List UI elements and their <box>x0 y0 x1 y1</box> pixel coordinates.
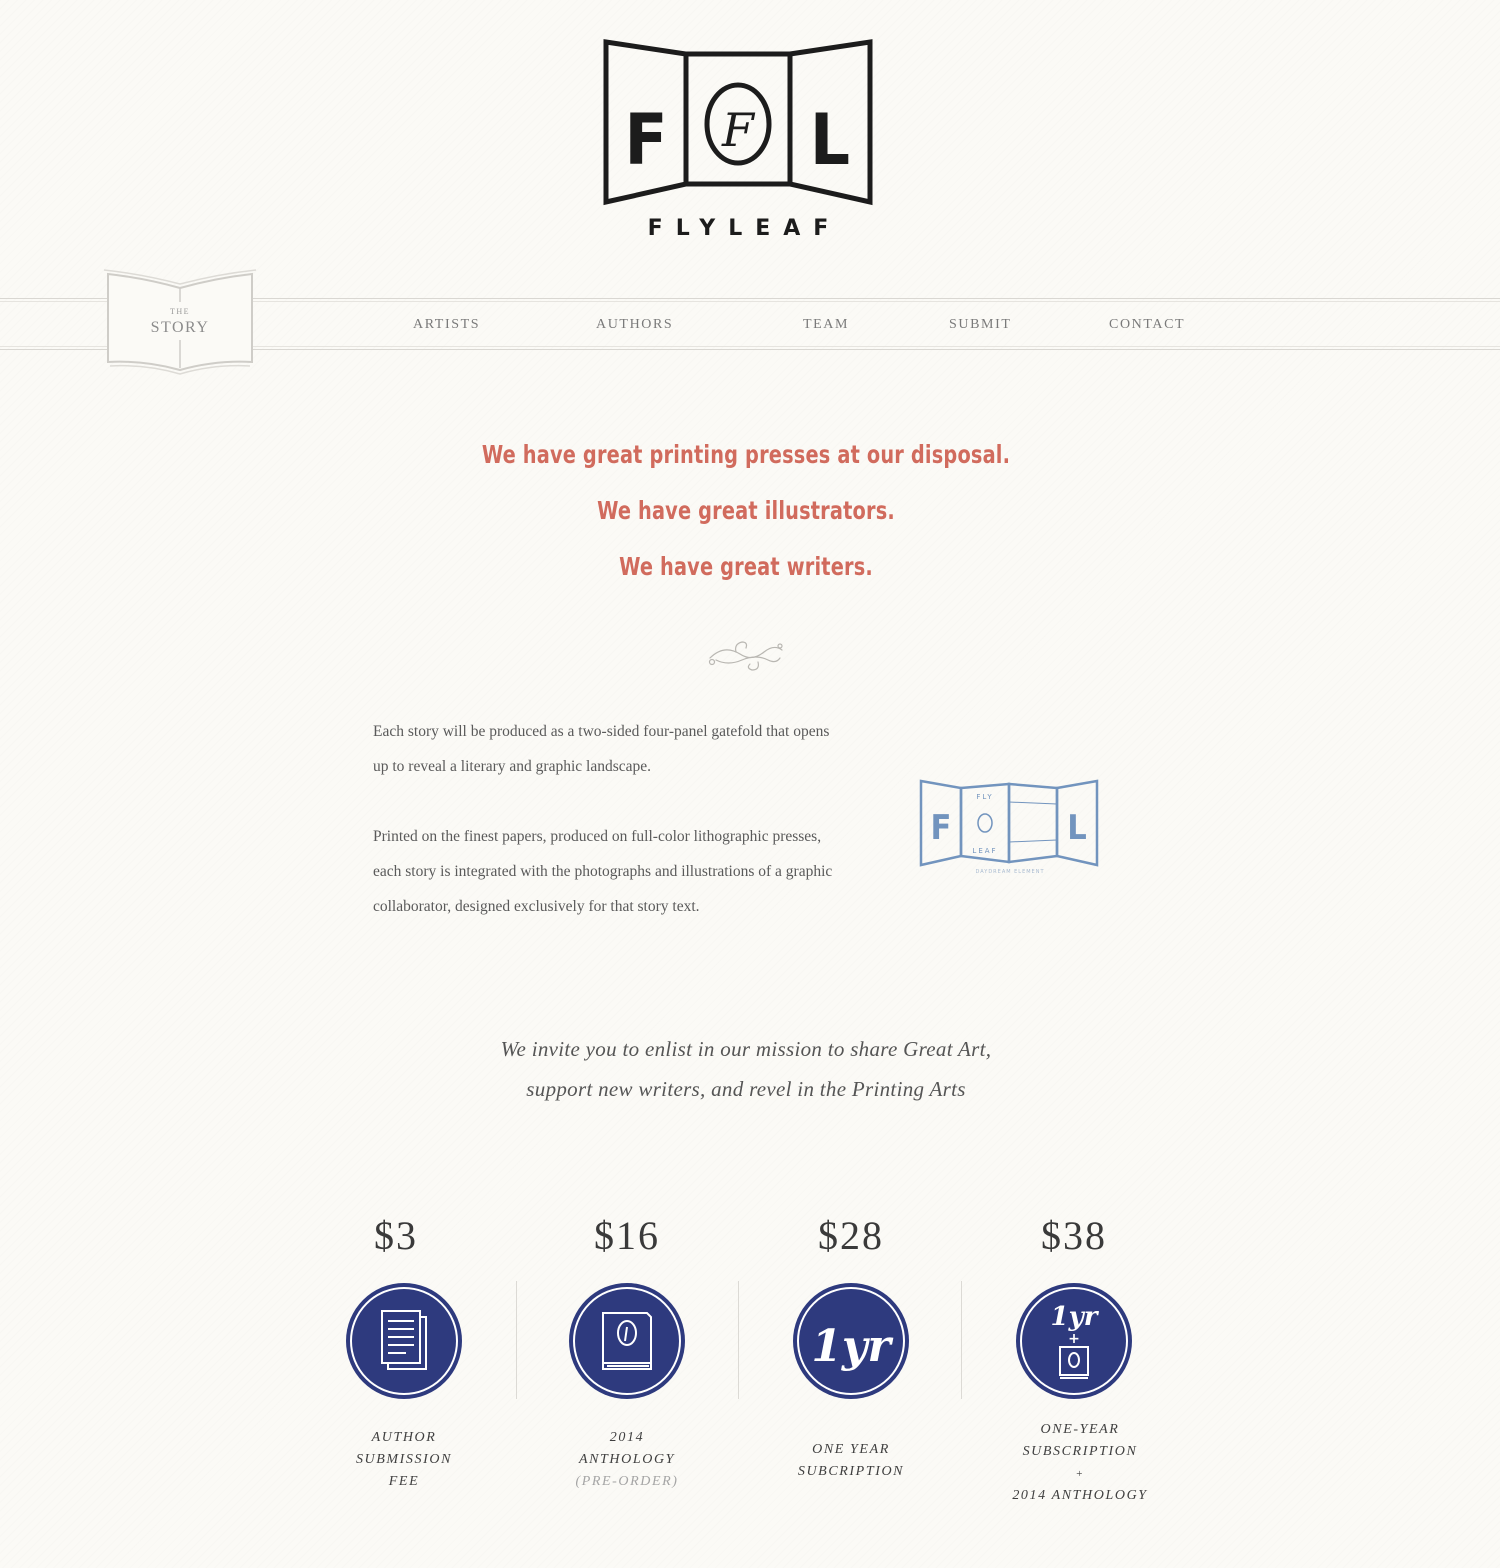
price-one-year-plus-anthology: $38 <box>1041 1213 1107 1258</box>
logo-mark-icon: F F L <box>603 39 873 206</box>
pricing-divider <box>738 1281 739 1399</box>
price-submission-fee: $3 <box>374 1213 418 1258</box>
svg-text:+: + <box>1068 1331 1080 1347</box>
pricing-divider <box>516 1281 517 1399</box>
headline-writers: We have great writers. <box>619 552 873 581</box>
svg-text:F: F <box>931 808 952 848</box>
svg-text:1yr: 1yr <box>1051 1302 1100 1332</box>
one-year-plus-anthology-badge[interactable]: 1yr + <box>1014 1281 1134 1401</box>
price-one-year: $28 <box>818 1213 884 1258</box>
headline-illustrators: We have great illustrators. <box>597 496 895 525</box>
flourish-ornament-icon <box>706 636 786 676</box>
nav-artists[interactable]: ARTISTS <box>413 317 480 333</box>
nav-contact[interactable]: CONTACT <box>1109 317 1185 333</box>
invite-line-2: support new writers, and revel in the Pr… <box>526 1077 966 1101</box>
svg-text:LEAF: LEAF <box>972 847 997 855</box>
submission-fee-badge[interactable] <box>344 1281 464 1401</box>
pricing-divider <box>961 1281 962 1399</box>
svg-text:L: L <box>810 99 850 181</box>
nav-submit[interactable]: SUBMIT <box>949 317 1012 333</box>
submission-fee-label: AUTHOR SUBMISSION FEE <box>355 1430 453 1489</box>
one-year-plus-book-icon: 1yr + <box>1016 1283 1132 1399</box>
gatefold-caption: DAYDREAM ELEMENT <box>975 869 1045 875</box>
svg-text:F: F <box>721 103 756 157</box>
anthology-label: 2014 ANTHOLOGY (PRE-ORDER) <box>575 1430 679 1489</box>
one-year-label: ONE YEAR SUBCRIPTION <box>797 1442 905 1479</box>
price-anthology: $16 <box>594 1213 660 1258</box>
story-paragraph-2: Printed on the finest papers, produced o… <box>373 828 833 915</box>
one-year-badge[interactable]: 1yr <box>791 1281 911 1401</box>
svg-text:FLY: FLY <box>976 793 993 801</box>
gatefold-icon: F L FLY LEAF <box>919 779 1099 867</box>
one-year-plus-anthology-label: ONE-YEAR SUBSCRIPTION + 2014 ANTHOLOGY <box>1012 1422 1148 1503</box>
story-paragraph-1: Each story will be produced as a two-sid… <box>373 723 830 775</box>
anthology-badge[interactable] <box>567 1281 687 1401</box>
headline-presses: We have great printing presses at our di… <box>481 440 1011 469</box>
document-icon <box>346 1283 462 1399</box>
story-tab-label[interactable]: STORY <box>140 319 220 337</box>
book-icon <box>569 1283 685 1399</box>
flyleaf-logo[interactable]: F F L <box>600 36 876 212</box>
svg-text:1yr: 1yr <box>811 1321 893 1372</box>
nav-authors[interactable]: AUTHORS <box>596 317 673 333</box>
gatefold-illustration: F L FLY LEAF <box>916 776 1104 880</box>
one-year-icon: 1yr <box>793 1283 909 1399</box>
nav-team[interactable]: TEAM <box>803 317 849 333</box>
svg-text:L: L <box>1067 808 1087 848</box>
logo-wordmark: FLYLEAF <box>647 216 842 241</box>
svg-text:F: F <box>624 99 667 181</box>
invite-line-1: We invite you to enlist in our mission t… <box>500 1037 992 1061</box>
story-tab-small-label: THE <box>169 307 191 316</box>
